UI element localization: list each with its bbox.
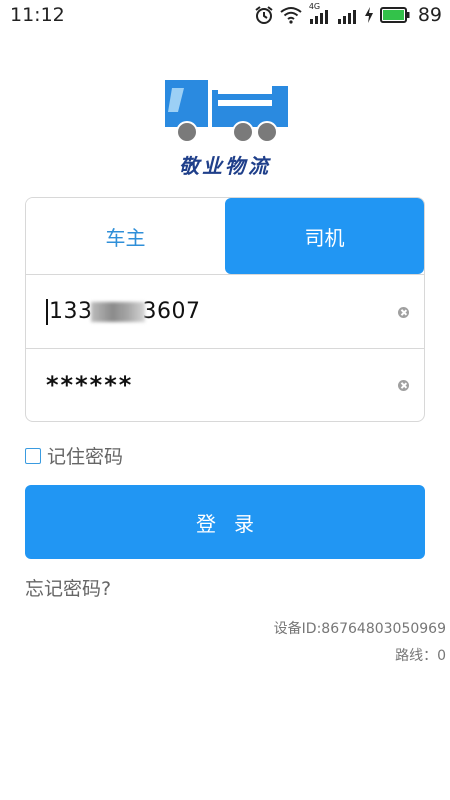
tab-driver[interactable]: 司机 bbox=[225, 198, 424, 274]
role-tabs: 车主 司机 bbox=[26, 198, 424, 275]
phone-value[interactable]: 133 3607 bbox=[46, 298, 201, 325]
signal-4g-icon: 4G bbox=[308, 2, 330, 25]
logo-text: 敬业物流 bbox=[179, 154, 271, 178]
device-id: 设备ID:86764803050969 bbox=[273, 621, 446, 637]
redacted-mask bbox=[90, 301, 145, 322]
tab-owner[interactable]: 车主 bbox=[26, 198, 225, 274]
forgot-password-link[interactable]: 忘记密码? bbox=[25, 574, 111, 601]
status-bar: 11:12 4G 89 bbox=[0, 0, 450, 30]
password-field[interactable]: ****** bbox=[26, 348, 424, 421]
wifi-icon bbox=[280, 6, 302, 24]
login-form: 车主 司机 133 3607 ****** bbox=[25, 197, 425, 422]
phone-prefix: 133 bbox=[49, 298, 93, 324]
remember-checkbox[interactable] bbox=[25, 447, 41, 464]
battery-percent: 89 bbox=[417, 4, 442, 26]
route-info: 路线：0 bbox=[395, 648, 446, 664]
phone-suffix: 3607 bbox=[142, 298, 201, 324]
password-value[interactable]: ****** bbox=[46, 371, 133, 399]
remember-label: 记住密码 bbox=[47, 446, 124, 468]
status-icons: 4G 89 bbox=[254, 0, 442, 30]
status-time: 11:12 bbox=[10, 4, 65, 26]
clear-password-icon[interactable] bbox=[398, 380, 409, 391]
clear-phone-icon[interactable] bbox=[398, 306, 409, 318]
charging-icon bbox=[364, 6, 374, 24]
text-caret bbox=[46, 298, 48, 325]
battery-icon bbox=[379, 7, 410, 23]
login-button[interactable]: 登录 bbox=[25, 485, 425, 559]
phone-field[interactable]: 133 3607 bbox=[26, 275, 424, 348]
alarm-icon bbox=[254, 5, 274, 25]
remember-password[interactable]: 记住密码 bbox=[25, 442, 123, 469]
signal-icon bbox=[336, 5, 358, 25]
